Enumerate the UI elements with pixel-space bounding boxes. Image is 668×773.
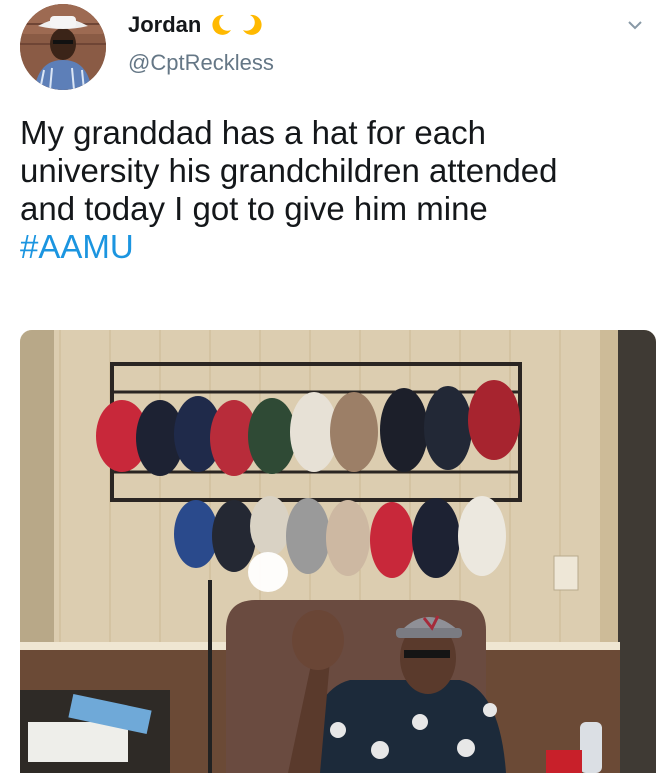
tweet-text-line: and today I got to give him mine xyxy=(20,190,488,227)
display-name[interactable]: Jordan xyxy=(128,12,201,38)
profile-photo-icon xyxy=(20,4,106,90)
tweet-text-line: My granddad has a hat for each xyxy=(20,114,486,151)
author-handle[interactable]: @CptReckless xyxy=(128,50,274,76)
chevron-down-icon[interactable] xyxy=(624,14,646,36)
author-name-row[interactable]: Jordan xyxy=(128,12,265,38)
tweet-text-line: university his grandchildren attended xyxy=(20,152,558,189)
crescent-moon-icon xyxy=(243,14,262,35)
crescent-moon-icon xyxy=(212,14,232,35)
avatar[interactable] xyxy=(20,4,106,90)
tweet-text: My granddad has a hat for each universit… xyxy=(20,114,650,266)
tweet-photo[interactable] xyxy=(20,330,656,773)
hashtag-link[interactable]: #AAMU xyxy=(20,228,650,266)
photo-icon xyxy=(20,330,656,773)
tweet-card: Jordan @CptReckless My granddad has a ha… xyxy=(0,0,668,773)
